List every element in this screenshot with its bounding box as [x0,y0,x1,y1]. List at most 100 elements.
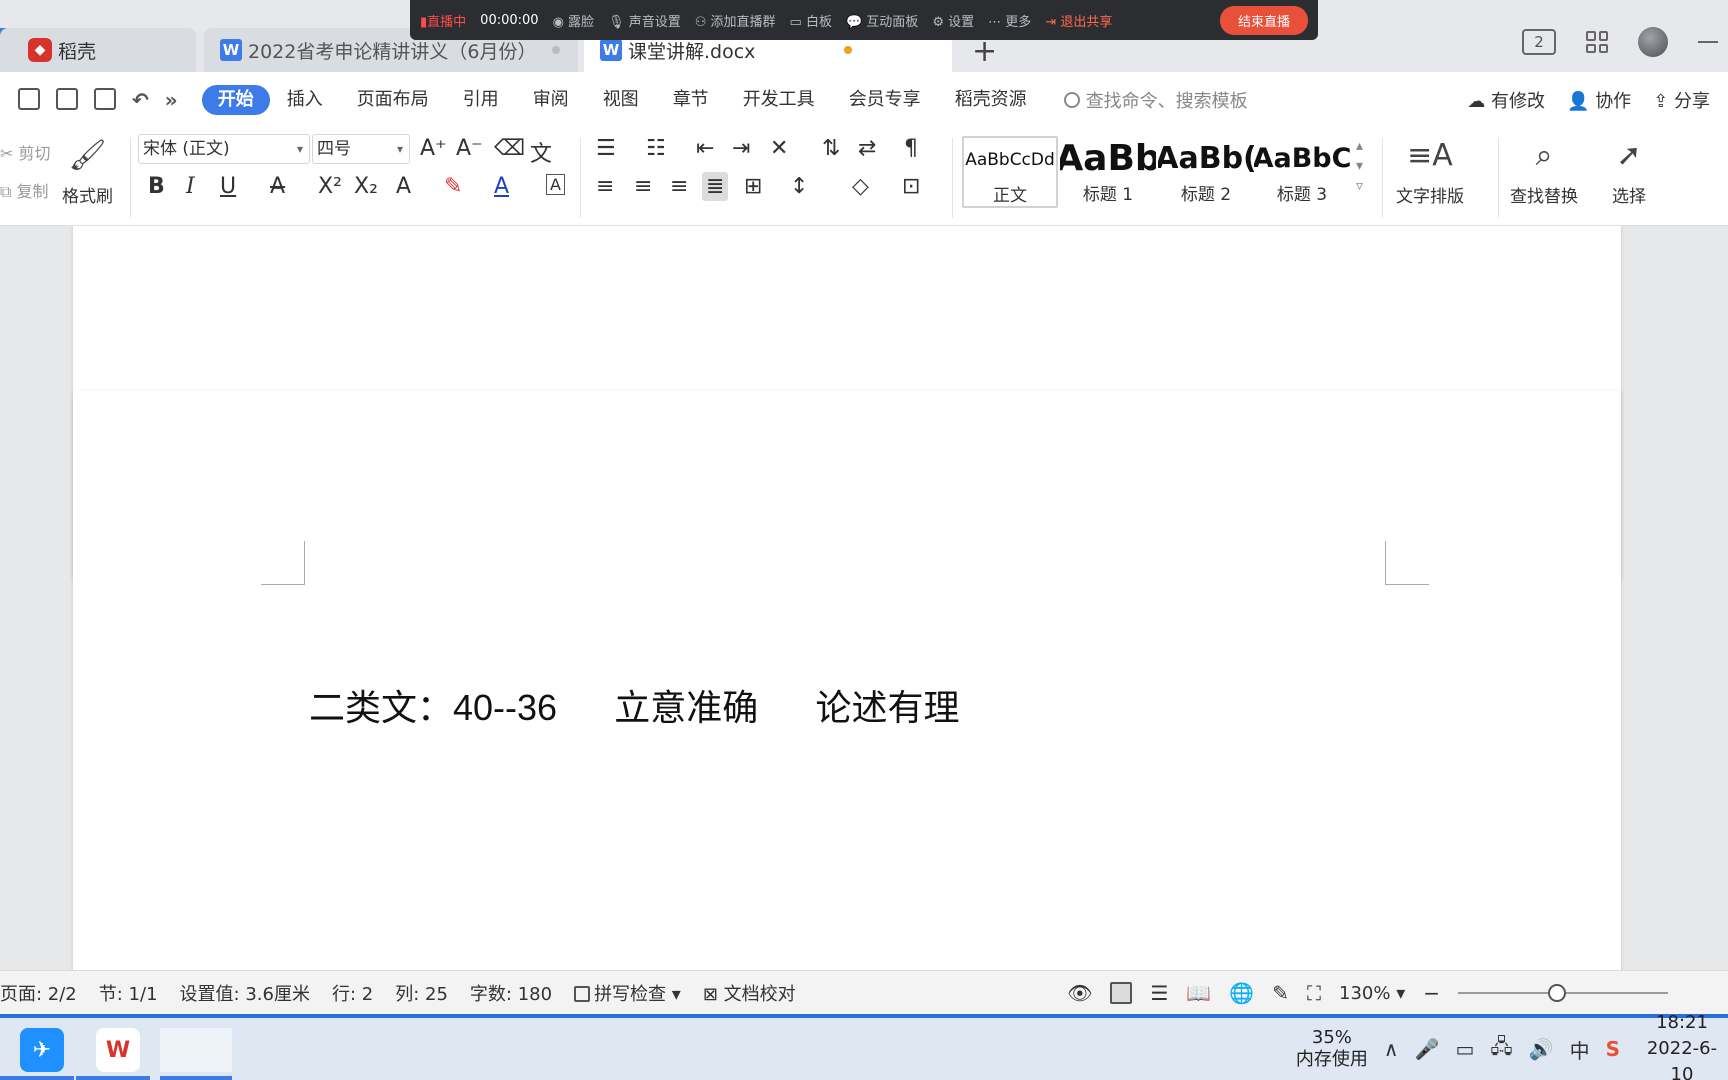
style-gallery-scroll-icon[interactable]: ▴ ▾ ▿ [1356,136,1363,196]
justify-icon[interactable]: ≣ [702,172,729,201]
page-2[interactable]: 二类文：40--36 立意准确 论述有理 [73,391,1621,970]
char-border-icon[interactable]: A [546,174,565,195]
font-name-select[interactable]: 宋体 (正文) [138,134,310,164]
chevron-up-icon[interactable]: ∧ [1384,1037,1399,1061]
italic-icon[interactable]: I [186,174,195,199]
web-view-icon[interactable]: 🌐 [1229,981,1254,1005]
unsaved-dot[interactable] [844,46,852,54]
write-mode-icon[interactable]: ✎ [1272,981,1289,1005]
spell-check-button[interactable]: 拼写检查 ▾ [574,980,681,1006]
borders-icon[interactable]: ⊡ [902,174,920,199]
text-layout-button[interactable]: ≡A 文字排版 [1396,138,1464,207]
save-icon[interactable] [18,88,40,110]
style-normal[interactable]: AaBbCcDd 正文 [962,136,1058,208]
tab-page-layout[interactable]: 页面布局 [340,85,446,115]
sogou-ime-icon[interactable]: S [1606,1037,1620,1061]
tab-insert[interactable]: 插入 [270,85,340,115]
bullet-list-icon[interactable]: ☰ [596,136,616,161]
tab-start[interactable]: 开始 [201,85,270,115]
mic-settings-button[interactable]: 🎙 声音设置 [608,11,681,30]
collaborate-button[interactable]: 👤 协作 [1567,87,1631,113]
wps-app-icon[interactable]: W [96,1028,140,1072]
increase-indent-icon[interactable]: ⇥ [732,136,750,161]
numbered-list-icon[interactable]: ☷ [646,136,666,161]
network-icon[interactable]: 🖧 [1490,1032,1512,1066]
exit-share-button[interactable]: ⇥ 退出共享 [1045,11,1112,30]
tab-chapter[interactable]: 章节 [656,85,726,115]
show-marks-icon[interactable]: ¶ [904,136,918,161]
share-button[interactable]: ⇪ 分享 [1653,87,1710,113]
phonetic-guide-icon[interactable]: 文 [530,136,552,168]
shading-icon[interactable]: ◇ [852,174,869,199]
align-left-icon[interactable]: ≡ [596,174,614,199]
document-text-line[interactable]: 二类文：40--36 立意准确 论述有理 [309,679,960,731]
setting-value[interactable]: 设置值: 3.6厘米 [180,980,310,1006]
decrease-indent-icon[interactable]: ⇤ [696,136,714,161]
avatar[interactable] [1638,27,1668,57]
tab-review[interactable]: 审阅 [516,85,586,115]
superscript-icon[interactable]: X² [318,174,342,199]
settings-button[interactable]: ⚙ 设置 [932,11,974,30]
zoom-slider-thumb[interactable] [1547,984,1566,1002]
page-indicator[interactable]: 页面: 2/2 [0,980,77,1006]
text-direction-icon[interactable]: ⇄ [858,136,876,161]
microphone-icon[interactable]: 🎤 [1415,1037,1440,1061]
volume-icon[interactable]: 🔊 [1529,1037,1554,1061]
style-heading-1[interactable]: AaBb 标题 1 [1060,136,1156,208]
document-canvas[interactable]: 二类文：40--36 立意准确 论述有理 [0,226,1728,970]
find-replace-button[interactable]: ⌕ 查找替换 [1510,138,1578,207]
align-center-icon[interactable]: ≡ [634,174,652,199]
cut-button[interactable]: ✂ 剪切 [0,140,51,164]
chinese-layout-icon[interactable]: ✕ [770,136,788,161]
outline-view-icon[interactable]: ☰ [1150,981,1168,1005]
end-live-button[interactable]: 结束直播 [1219,5,1308,35]
underline-icon[interactable]: U [220,174,236,199]
word-count[interactable]: 字数: 180 [470,980,552,1006]
apps-grid-icon[interactable] [1586,31,1608,53]
zoom-level-select[interactable]: 130% ▾ [1339,983,1405,1004]
print-icon[interactable] [56,88,78,110]
distributed-icon[interactable]: ⊞ [744,174,762,199]
more-chevron-icon[interactable]: » [165,88,178,112]
undo-icon[interactable]: ↶ [132,88,149,112]
sort-icon[interactable]: ⇅ [822,136,840,161]
reading-view-icon[interactable]: 📖 [1186,981,1211,1005]
memory-usage[interactable]: 35% 内存使用 [1296,1027,1368,1071]
line-spacing-icon[interactable]: ↕ [790,174,808,199]
camera-icon-露脸[interactable]: ◉ 露脸 [553,11,595,30]
highlight-icon[interactable]: ✎ [444,174,462,199]
whiteboard-button[interactable]: ▭ 白板 [790,11,832,30]
interaction-panel-button[interactable]: 💬 互动面板 [846,11,918,30]
font-size-select[interactable]: 四号 [312,134,410,164]
style-heading-3[interactable]: AaBbC 标题 3 [1254,136,1350,208]
screen-switch-icon[interactable]: 2 [1522,29,1556,55]
bold-icon[interactable]: B [148,174,165,199]
modified-cloud-button[interactable]: ☁ 有修改 [1467,87,1545,113]
shrink-font-icon[interactable]: A⁻ [456,136,483,161]
print-preview-icon[interactable] [94,88,116,110]
fit-page-icon[interactable]: ⛶ [1307,981,1321,1005]
active-app-slot[interactable] [160,1028,232,1072]
font-color-icon[interactable]: A [494,174,509,199]
feishu-app-icon[interactable]: ✈ [20,1028,64,1072]
zoom-slider[interactable] [1458,984,1668,1002]
style-heading-2[interactable]: AaBb( 标题 2 [1158,136,1254,208]
eye-protection-icon[interactable]: 👁 [1067,981,1092,1005]
strikethrough-icon[interactable]: A [270,174,285,199]
format-painter-button[interactable]: 🖌 格式刷 [62,138,113,207]
section-indicator[interactable]: 节: 1/1 [99,980,158,1006]
tab-daoke-resources[interactable]: 稻壳资源 [938,85,1044,115]
tab-references[interactable]: 引用 [446,85,516,115]
subscript-icon[interactable]: X₂ [354,174,378,199]
minimize-icon[interactable] [1698,41,1718,43]
select-button[interactable]: ➚ 选择 [1612,138,1646,207]
battery-icon[interactable]: ▭ [1455,1037,1474,1061]
ime-indicator[interactable]: 中 [1570,1035,1590,1064]
grow-font-icon[interactable]: A⁺ [420,136,447,161]
clear-format-icon[interactable]: ⌫ [494,136,525,161]
tab-view[interactable]: 视图 [586,85,656,115]
page-view-icon[interactable] [1110,982,1133,1004]
document-proof-button[interactable]: ⊠ 文档校对 [703,980,796,1006]
add-group-button[interactable]: ⚇ 添加直播群 [695,11,776,30]
copy-button[interactable]: ⧉ 复制 [0,178,49,202]
